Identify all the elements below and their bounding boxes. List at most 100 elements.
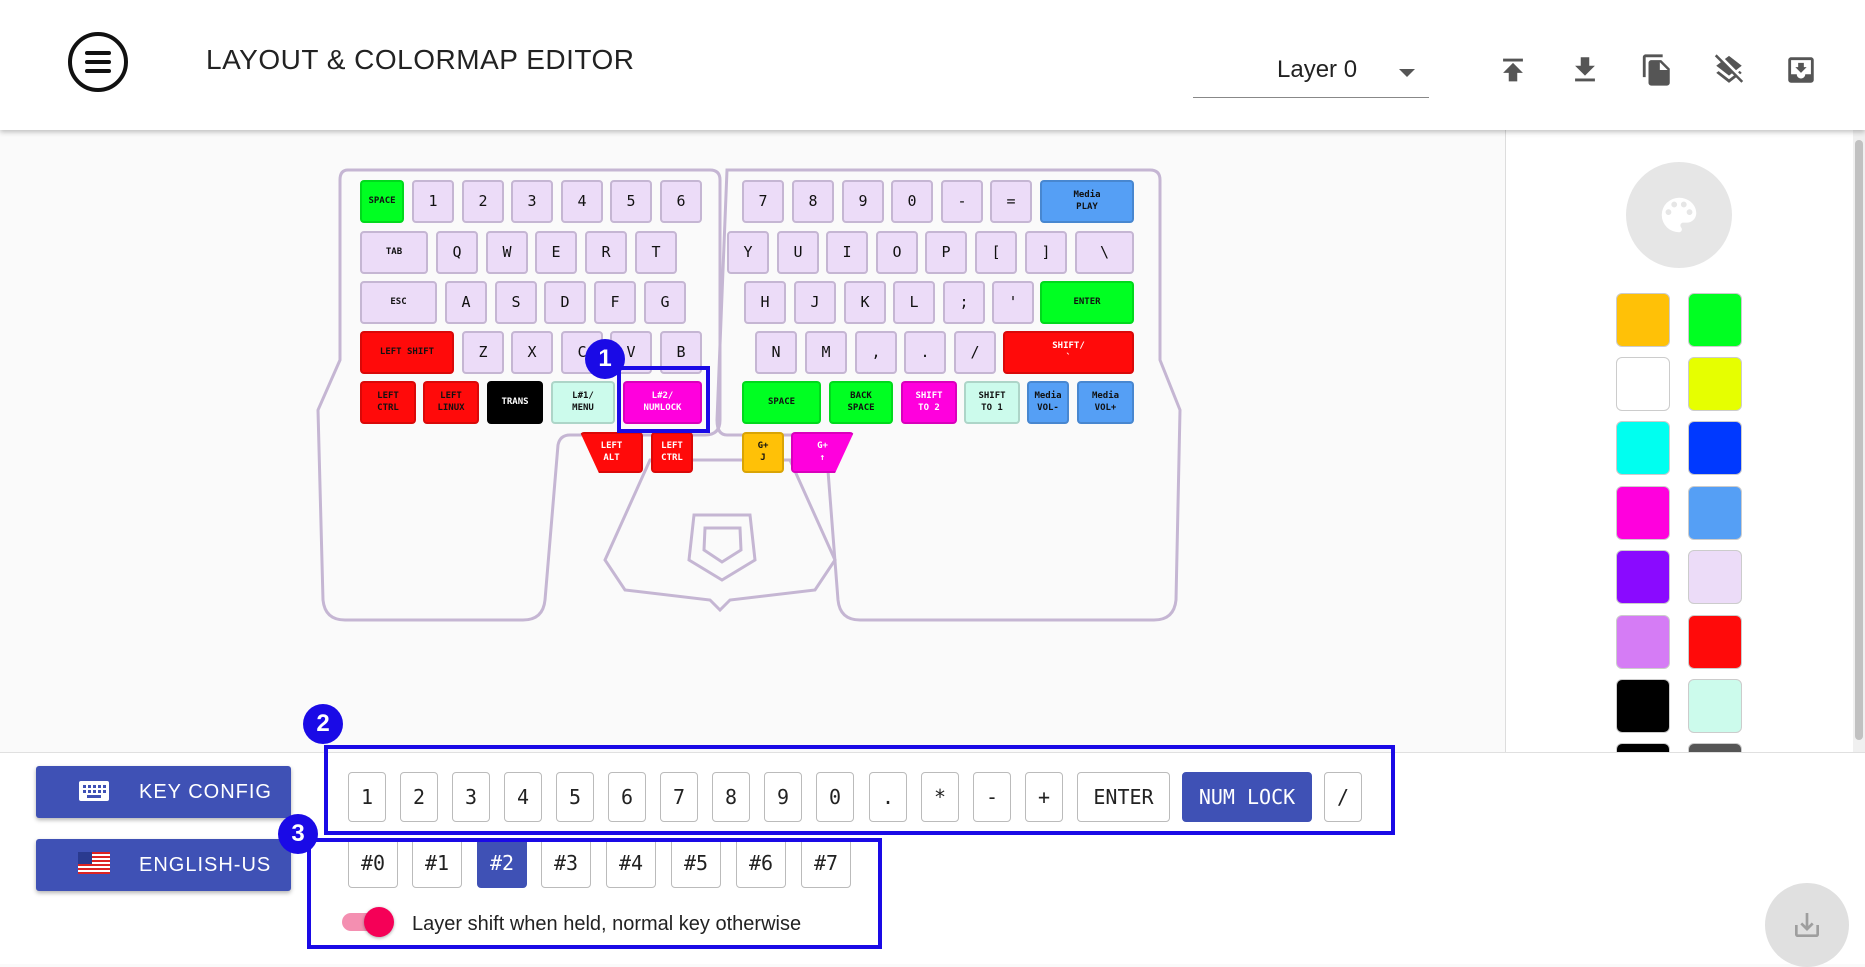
key-period[interactable]: .	[904, 331, 946, 374]
key-x[interactable]: X	[511, 331, 553, 374]
key-lbracket[interactable]: [	[975, 231, 1017, 274]
download-fab[interactable]	[1765, 883, 1849, 967]
key-label: K	[860, 292, 870, 311]
key-backspace[interactable]: BACK SPACE	[829, 381, 893, 424]
key-y[interactable]: Y	[727, 231, 769, 274]
key-n[interactable]: N	[755, 331, 797, 374]
color-swatch[interactable]	[1616, 421, 1670, 475]
key-o[interactable]: O	[876, 231, 918, 274]
key-a[interactable]: A	[445, 281, 487, 324]
key-minus[interactable]: -	[941, 180, 983, 223]
key-6[interactable]: 6	[660, 180, 702, 223]
color-swatch[interactable]	[1616, 743, 1670, 752]
palette-button[interactable]	[1626, 162, 1732, 268]
key-3[interactable]: 3	[511, 180, 553, 223]
numpad-keys-highlight	[324, 745, 1395, 835]
color-swatch[interactable]	[1688, 293, 1742, 347]
archive-icon[interactable]	[1784, 52, 1818, 88]
key-media-vol-down[interactable]: Media VOL-	[1027, 381, 1069, 424]
scrollbar-thumb[interactable]	[1855, 140, 1863, 740]
key-1[interactable]: 1	[412, 180, 454, 223]
key-shift-grave[interactable]: SHIFT/`	[1003, 331, 1134, 374]
color-swatch[interactable]	[1688, 550, 1742, 604]
key-enter[interactable]: ENTER	[1040, 281, 1134, 324]
key-backslash[interactable]: \	[1075, 231, 1134, 274]
key-k[interactable]: K	[844, 281, 886, 324]
key-gui-j[interactable]: G+ J	[742, 432, 784, 473]
key-rbracket[interactable]: ]	[1025, 231, 1067, 274]
key-4[interactable]: 4	[561, 180, 603, 223]
key-u[interactable]: U	[777, 231, 819, 274]
language-button[interactable]: ENGLISH-US	[36, 839, 291, 891]
key-gui-up[interactable]: G+ ↑	[791, 432, 854, 473]
color-swatch[interactable]	[1616, 486, 1670, 540]
color-swatch[interactable]	[1688, 357, 1742, 411]
key-tab[interactable]: TAB	[360, 231, 428, 274]
key-label: G	[660, 292, 670, 311]
key-left-ctrl[interactable]: LEFT CTRL	[360, 381, 416, 424]
key-j[interactable]: J	[794, 281, 836, 324]
key-shift-to-1[interactable]: SHIFT TO 1	[964, 381, 1020, 424]
key-l[interactable]: L	[893, 281, 935, 324]
key-space-left[interactable]: SPACE	[360, 180, 404, 223]
key-8[interactable]: 8	[792, 180, 834, 223]
key-w[interactable]: W	[486, 231, 528, 274]
key-label: LEFT SHIFT	[379, 346, 435, 357]
layer-select[interactable]: Layer 0	[1193, 50, 1429, 98]
key-comma[interactable]: ,	[855, 331, 897, 374]
key-shift-to-2[interactable]: SHIFT TO 2	[901, 381, 957, 424]
color-swatch[interactable]	[1616, 550, 1670, 604]
key-f[interactable]: F	[594, 281, 636, 324]
color-swatch[interactable]	[1688, 743, 1742, 752]
key-label: U	[793, 242, 803, 261]
key-g[interactable]: G	[644, 281, 686, 324]
key-h[interactable]: H	[744, 281, 786, 324]
key-layer1-menu[interactable]: L#1/MENU	[551, 381, 615, 424]
key-esc[interactable]: ESC	[360, 281, 437, 324]
key-trans[interactable]: TRANS	[487, 381, 543, 424]
color-swatch[interactable]	[1688, 679, 1742, 733]
key-quote[interactable]: '	[992, 281, 1034, 324]
color-swatch[interactable]	[1616, 293, 1670, 347]
key-media-vol-up[interactable]: Media VOL+	[1077, 381, 1134, 424]
color-swatch[interactable]	[1616, 679, 1670, 733]
key-q[interactable]: Q	[436, 231, 478, 274]
key-5[interactable]: 5	[610, 180, 652, 223]
key-9[interactable]: 9	[842, 180, 884, 223]
copy-icon[interactable]	[1640, 52, 1674, 88]
key-r[interactable]: R	[585, 231, 627, 274]
key-left-ctrl-thumb[interactable]: LEFT CTRL	[651, 432, 693, 473]
key-label: LEFT	[661, 440, 683, 451]
key-config-button[interactable]: KEY CONFIG	[36, 766, 291, 818]
key-t[interactable]: T	[635, 231, 677, 274]
key-d[interactable]: D	[544, 281, 586, 324]
upload-icon[interactable]	[1496, 52, 1530, 88]
color-swatch[interactable]	[1616, 615, 1670, 669]
menu-button[interactable]	[68, 32, 128, 92]
clear-layer-icon[interactable]	[1712, 52, 1746, 88]
key-s[interactable]: S	[495, 281, 537, 324]
key-space-right[interactable]: SPACE	[742, 381, 821, 424]
key-i[interactable]: I	[826, 231, 868, 274]
color-swatch[interactable]	[1688, 615, 1742, 669]
key-semicolon[interactable]: ;	[943, 281, 985, 324]
key-p[interactable]: P	[925, 231, 967, 274]
scrollbar[interactable]	[1853, 130, 1865, 752]
download-icon[interactable]	[1568, 52, 1602, 88]
color-swatch[interactable]	[1688, 421, 1742, 475]
key-left-shift[interactable]: LEFT SHIFT	[360, 331, 454, 374]
key-media-play[interactable]: Media PLAY	[1040, 180, 1134, 223]
key-0[interactable]: 0	[891, 180, 933, 223]
color-palette-panel	[1505, 130, 1865, 752]
key-slash[interactable]: /	[954, 331, 996, 374]
color-swatch[interactable]	[1688, 486, 1742, 540]
key-equals[interactable]: =	[990, 180, 1032, 223]
key-z[interactable]: Z	[462, 331, 504, 374]
key-e[interactable]: E	[535, 231, 577, 274]
key-m[interactable]: M	[805, 331, 847, 374]
key-left-linux[interactable]: LEFT LINUX	[423, 381, 479, 424]
key-left-alt[interactable]: LEFT ALT	[580, 432, 643, 473]
key-2[interactable]: 2	[462, 180, 504, 223]
key-7[interactable]: 7	[742, 180, 784, 223]
color-swatch[interactable]	[1616, 357, 1670, 411]
